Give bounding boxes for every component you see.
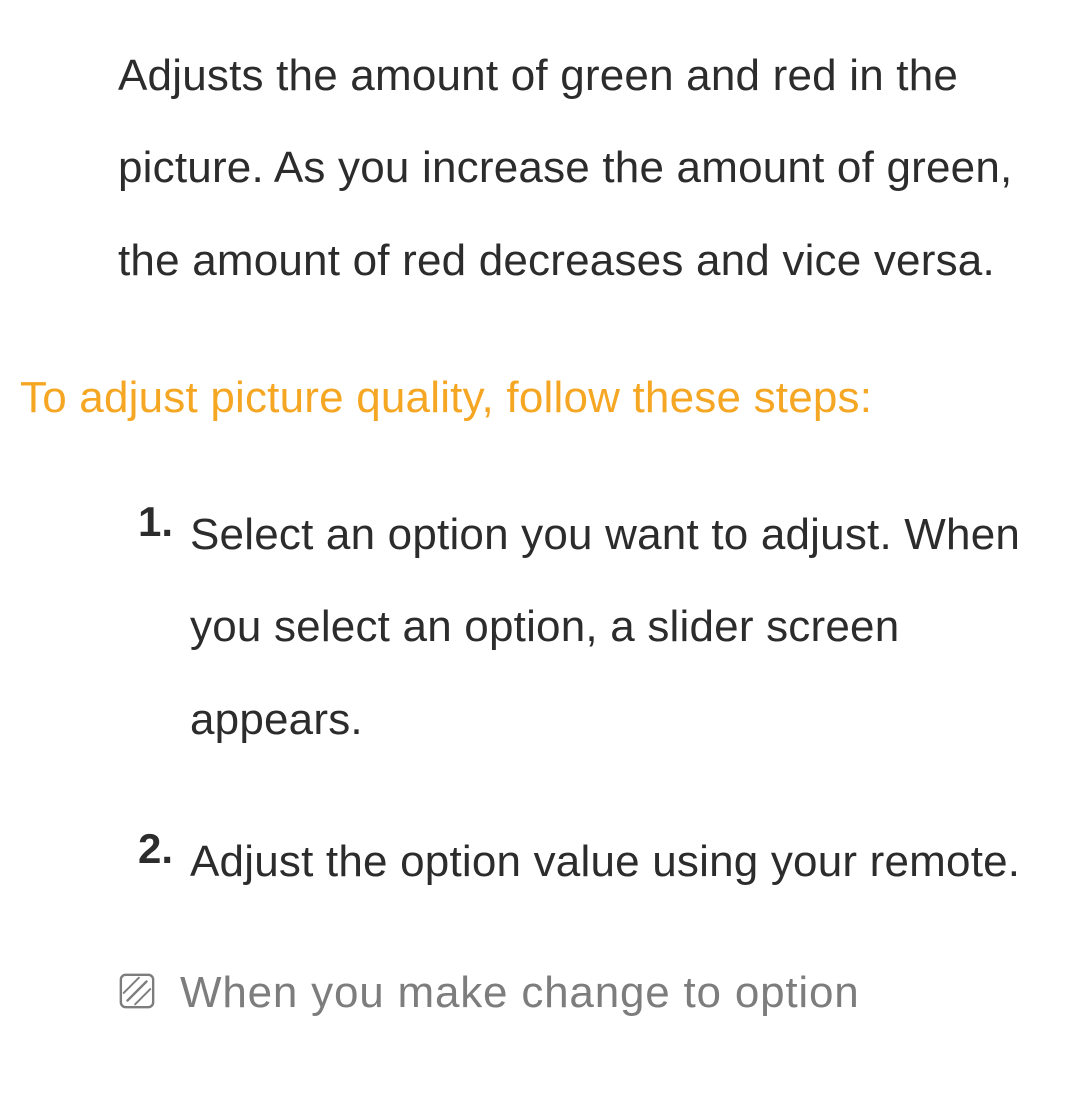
step-text: Select an option you want to adjust. Whe… <box>190 489 1060 766</box>
note-text: When you make change to option <box>180 962 860 1024</box>
note-row: When you make change to option <box>118 962 1060 1024</box>
list-item: 2. Adjust the option value using your re… <box>138 820 1060 908</box>
steps-list: 1. Select an option you want to adjust. … <box>138 493 1060 909</box>
section-heading: To adjust picture quality, follow these … <box>20 367 1060 429</box>
step-number: 2. <box>138 820 190 908</box>
document-content: Adjusts the amount of green and red in t… <box>0 0 1080 1024</box>
step-number: 1. <box>138 493 190 766</box>
list-item: 1. Select an option you want to adjust. … <box>138 493 1060 766</box>
intro-paragraph: Adjusts the amount of green and red in t… <box>118 30 1050 307</box>
step-text: Adjust the option value using your remot… <box>190 816 1020 908</box>
note-icon <box>118 972 156 1010</box>
